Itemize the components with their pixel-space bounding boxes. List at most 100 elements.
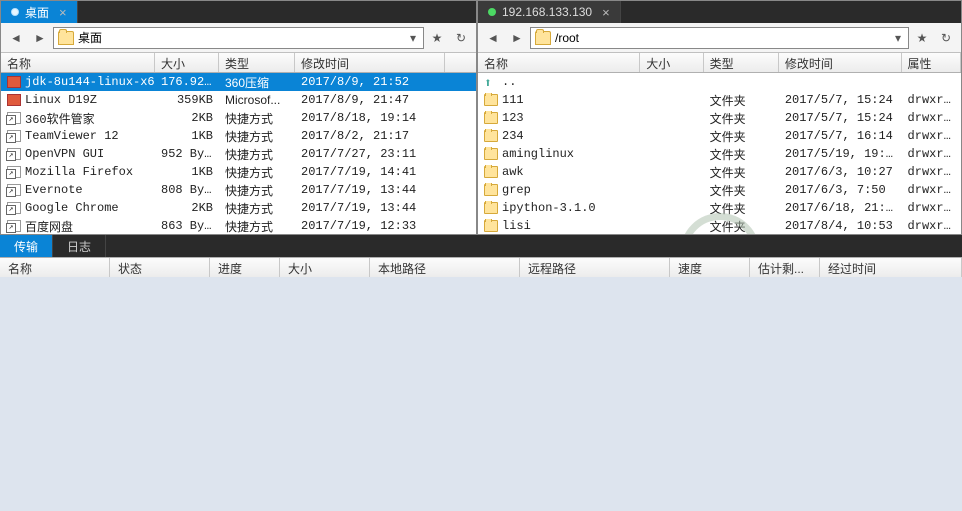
folder-icon — [58, 31, 74, 45]
bottom-tabbar: 传输 日志 — [0, 235, 962, 257]
file-mtime: 2017/8/2, 21:17 — [295, 129, 445, 143]
file-name: lisi — [502, 219, 531, 233]
file-size: 1KB — [155, 165, 219, 179]
col-mtime[interactable]: 修改时间 — [779, 53, 902, 72]
transfer-list-empty — [0, 277, 962, 511]
file-type: Microsof... — [219, 93, 295, 107]
bookmark-button[interactable]: ★ — [426, 27, 448, 49]
col-name[interactable]: 名称 — [1, 53, 155, 72]
file-attr: drwxr-xr-x — [902, 165, 961, 179]
file-mtime: 2017/5/7, 15:24 — [779, 111, 902, 125]
tab-log[interactable]: 日志 — [53, 235, 106, 257]
file-row[interactable]: aminglinux文件夹2017/5/19, 19:39drwxr-xr-x — [478, 145, 961, 163]
file-row[interactable]: TeamViewer 121KB快捷方式2017/8/2, 21:17 — [1, 127, 476, 145]
chevron-down-icon[interactable]: ▾ — [892, 31, 904, 45]
forward-button[interactable]: ► — [506, 27, 528, 49]
back-button[interactable]: ◄ — [482, 27, 504, 49]
local-tab-desktop[interactable]: 桌面 × — [1, 1, 78, 23]
file-row[interactable]: Google Chrome2KB快捷方式2017/7/19, 13:44 — [1, 199, 476, 217]
file-mtime: 2017/5/19, 19:39 — [779, 147, 902, 161]
status-elapsed[interactable]: 经过时间 — [820, 258, 962, 277]
file-row[interactable]: 234文件夹2017/5/7, 16:14drwxrwxr-x — [478, 127, 961, 145]
file-type: 文件夹 — [704, 92, 779, 109]
chevron-down-icon[interactable]: ▾ — [407, 31, 419, 45]
close-icon[interactable]: × — [602, 5, 610, 20]
refresh-button[interactable]: ↻ — [450, 27, 472, 49]
remote-address-bar[interactable]: ▾ — [530, 27, 909, 49]
status-speed[interactable]: 速度 — [670, 258, 750, 277]
shortcut-icon — [7, 202, 21, 214]
file-type: 文件夹 — [704, 218, 779, 234]
local-path-input[interactable] — [78, 31, 407, 45]
file-attr: drwxr-xr-x — [902, 111, 961, 125]
status-name[interactable]: 名称 — [0, 258, 110, 277]
file-name: jdk-8u144-linux-x6... — [25, 75, 155, 89]
local-file-list[interactable]: jdk-8u144-linux-x6...176.92MB360压缩2017/8… — [1, 73, 476, 234]
file-row[interactable]: awk文件夹2017/6/3, 10:27drwxr-xr-x — [478, 163, 961, 181]
local-address-bar[interactable]: ▾ — [53, 27, 424, 49]
back-button[interactable]: ◄ — [5, 27, 27, 49]
file-row[interactable]: jdk-8u144-linux-x6...176.92MB360压缩2017/8… — [1, 73, 476, 91]
file-row[interactable]: lisi文件夹2017/8/4, 10:53drwxr-xr-x — [478, 217, 961, 234]
file-mtime: 2017/8/9, 21:47 — [295, 93, 445, 107]
close-icon[interactable]: × — [59, 5, 67, 20]
forward-button[interactable]: ► — [29, 27, 51, 49]
file-row[interactable]: Evernote808 Bytes快捷方式2017/7/19, 13:44 — [1, 181, 476, 199]
col-attr[interactable]: 属性 — [902, 53, 961, 72]
file-name: Evernote — [25, 183, 83, 197]
file-row[interactable]: grep文件夹2017/6/3, 7:50drwxr-xr-x — [478, 181, 961, 199]
file-row[interactable]: Linux D19Z359KBMicrosof...2017/8/9, 21:4… — [1, 91, 476, 109]
file-name: Linux D19Z — [25, 93, 97, 107]
col-type[interactable]: 类型 — [704, 53, 779, 72]
up-icon — [484, 76, 498, 88]
file-size: 2KB — [155, 201, 219, 215]
tab-transfer[interactable]: 传输 — [0, 235, 53, 257]
file-mtime: 2017/6/3, 7:50 — [779, 183, 902, 197]
file-type: 快捷方式 — [219, 200, 295, 217]
bookmark-button[interactable]: ★ — [911, 27, 933, 49]
file-type: 文件夹 — [704, 110, 779, 127]
folder-icon — [484, 220, 498, 232]
status-remotepath[interactable]: 远程路径 — [520, 258, 670, 277]
remote-tab-host[interactable]: 192.168.133.130 × — [478, 1, 621, 23]
folder-icon — [484, 184, 498, 196]
col-type[interactable]: 类型 — [219, 53, 295, 72]
file-name: Google Chrome — [25, 201, 119, 215]
file-row[interactable]: 360软件管家2KB快捷方式2017/8/18, 19:14 — [1, 109, 476, 127]
local-column-header: 名称 大小 类型 修改时间 — [1, 53, 476, 73]
col-name[interactable]: 名称 — [478, 53, 640, 72]
file-mtime: 2017/8/9, 21:52 — [295, 75, 445, 89]
file-name: grep — [502, 183, 531, 197]
file-size: 808 Bytes — [155, 183, 219, 197]
file-name: Mozilla Firefox — [25, 165, 133, 179]
file-mtime: 2017/7/19, 13:44 — [295, 183, 445, 197]
remote-file-list[interactable]: ..111文件夹2017/5/7, 15:24drwxrwxr-x123文件夹2… — [478, 73, 961, 234]
file-row[interactable]: OpenVPN GUI952 Bytes快捷方式2017/7/27, 23:11 — [1, 145, 476, 163]
file-row[interactable]: .. — [478, 73, 961, 91]
status-eta[interactable]: 估计剩... — [750, 258, 820, 277]
status-size[interactable]: 大小 — [280, 258, 370, 277]
file-mtime: 2017/8/18, 19:14 — [295, 111, 445, 125]
col-size[interactable]: 大小 — [640, 53, 703, 72]
status-progress[interactable]: 进度 — [210, 258, 280, 277]
file-attr: drwxrwxr-x — [902, 129, 961, 143]
col-size[interactable]: 大小 — [155, 53, 219, 72]
col-mtime[interactable]: 修改时间 — [295, 53, 445, 72]
folder-icon — [484, 130, 498, 142]
file-row[interactable]: Mozilla Firefox1KB快捷方式2017/7/19, 14:41 — [1, 163, 476, 181]
file-row[interactable]: ipython-3.1.0文件夹2017/6/18, 21:09drwxr-xr… — [478, 199, 961, 217]
remote-path-input[interactable] — [555, 31, 892, 45]
shortcut-icon — [7, 166, 21, 178]
file-row[interactable]: 123 文件夹2017/5/7, 15:24drwxr-xr-x — [478, 109, 961, 127]
status-localpath[interactable]: 本地路径 — [370, 258, 520, 277]
file-row[interactable]: 百度网盘863 Bytes快捷方式2017/7/19, 12:33 — [1, 217, 476, 234]
status-state[interactable]: 状态 — [110, 258, 210, 277]
file-name: TeamViewer 12 — [25, 129, 119, 143]
shortcut-icon — [7, 220, 21, 232]
refresh-button[interactable]: ↻ — [935, 27, 957, 49]
remote-column-header: 名称 大小 类型 修改时间 属性 — [478, 53, 961, 73]
file-mtime: 2017/5/7, 16:14 — [779, 129, 902, 143]
file-row[interactable]: 111文件夹2017/5/7, 15:24drwxrwxr-x — [478, 91, 961, 109]
file-name: 123 — [502, 111, 524, 125]
file-size: 863 Bytes — [155, 219, 219, 233]
